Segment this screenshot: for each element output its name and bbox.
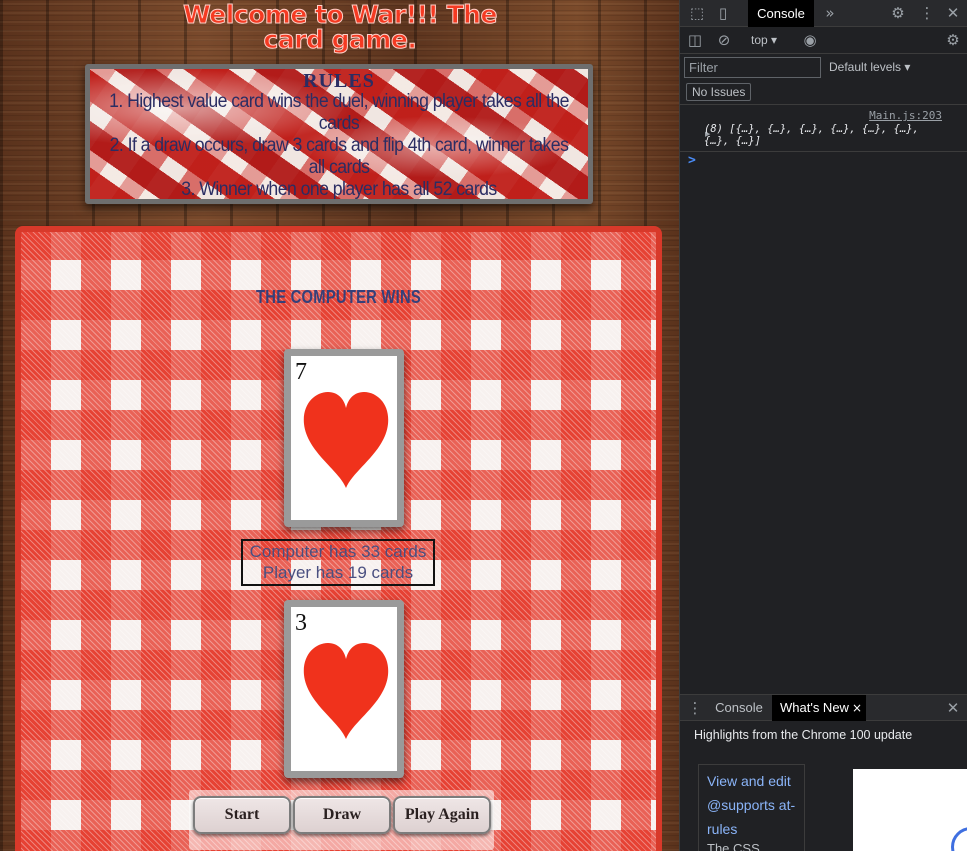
rules-panel: RULES 1. Highest value card wins the due… bbox=[85, 64, 593, 204]
console-settings-gear-icon[interactable]: ⚙ bbox=[942, 28, 964, 52]
settings-gear-icon[interactable]: ⚙ bbox=[887, 0, 909, 27]
log-text[interactable]: (8) [{…}, {…}, {…}, {…}, {…}, {…}, {…}, … bbox=[704, 123, 944, 147]
card-value: 3 bbox=[295, 610, 307, 636]
whats-new-description: The CSS bbox=[707, 841, 760, 851]
log-source-link[interactable]: Main.js:203 bbox=[869, 110, 942, 122]
drawer-menu-icon[interactable]: ⋮ bbox=[684, 695, 706, 721]
whats-new-heading: Highlights from the Chrome 100 update bbox=[694, 728, 913, 742]
draw-button[interactable]: Draw bbox=[293, 796, 391, 834]
button-bar: Start Draw Play Again bbox=[189, 790, 494, 850]
issues-badge[interactable]: No Issues bbox=[686, 83, 752, 101]
drawer-tab-console[interactable]: Console bbox=[708, 695, 770, 721]
close-drawer-icon[interactable]: ✕ bbox=[942, 695, 964, 721]
more-tabs-icon[interactable]: » bbox=[819, 0, 841, 27]
log-levels-dropdown[interactable]: Default levels ▾ bbox=[829, 55, 910, 79]
filter-row: Filter Default levels ▾ bbox=[680, 55, 967, 81]
close-devtools-icon[interactable]: ✕ bbox=[942, 0, 964, 27]
player-card: 3 bbox=[284, 600, 404, 778]
console-log-entry: Main.js:203 ▶ (8) [{…}, {…}, {…}, {…}, {… bbox=[680, 106, 967, 152]
computer-card: 7 bbox=[284, 349, 404, 527]
heart-icon bbox=[303, 643, 389, 739]
game-page: Welcome to War!!! The card game. RULES 1… bbox=[0, 0, 679, 851]
sidebar-toggle-icon[interactable]: ◫ bbox=[684, 28, 706, 52]
tab-console[interactable]: Console bbox=[748, 0, 814, 27]
rule-line-2: 2. If a draw occurs, draw 3 cards and fl… bbox=[109, 135, 569, 178]
whats-new-card: View and edit @supports at-rules The CSS bbox=[698, 764, 805, 851]
preview-circle bbox=[951, 827, 967, 851]
rule-line-3: 3. Winner when one player has all 52 car… bbox=[181, 179, 497, 200]
devtools-tab-bar: ⬚ ▯ Console » ⚙ ⋮ ✕ bbox=[680, 0, 967, 27]
card-counts: Computer has 33 cards Player has 19 card… bbox=[241, 539, 435, 586]
clear-console-icon[interactable]: ⊘ bbox=[713, 28, 735, 52]
rule-line-1: 1. Highest value card wins the duel, win… bbox=[109, 91, 569, 134]
close-tab-icon[interactable]: × bbox=[852, 695, 862, 721]
card-value: 7 bbox=[295, 359, 307, 385]
issues-row: No Issues bbox=[680, 81, 967, 105]
game-table: The Computer Wins 7 Computer has 33 card… bbox=[15, 226, 662, 851]
devtools-panel: ⬚ ▯ Console » ⚙ ⋮ ✕ ◫ ⊘ top ▾ ◉ ⚙ Filter… bbox=[679, 0, 967, 851]
inspect-element-icon[interactable]: ⬚ bbox=[686, 0, 708, 27]
eye-icon[interactable]: ◉ bbox=[799, 28, 821, 52]
console-toolbar: ◫ ⊘ top ▾ ◉ ⚙ bbox=[680, 28, 967, 54]
page-title: Welcome to War!!! The card game. bbox=[183, 0, 498, 54]
device-toolbar-icon[interactable]: ▯ bbox=[712, 0, 734, 27]
rules-heading: RULES bbox=[303, 70, 375, 92]
whats-new-link[interactable]: View and edit @supports at-rules bbox=[707, 769, 796, 841]
filter-input[interactable]: Filter bbox=[684, 57, 821, 78]
card-face: 3 bbox=[291, 607, 397, 771]
drawer-tab-bar: ⋮ Console What's New × ✕ bbox=[680, 694, 967, 721]
player-count: Player has 19 cards bbox=[262, 563, 414, 582]
whats-new-preview-image bbox=[853, 769, 967, 851]
context-selector[interactable]: top ▾ bbox=[751, 28, 777, 52]
console-prompt[interactable]: > bbox=[688, 153, 696, 169]
start-button[interactable]: Start bbox=[193, 796, 291, 834]
heart-icon bbox=[303, 392, 389, 488]
play-again-button[interactable]: Play Again bbox=[393, 796, 491, 834]
card-face: 7 bbox=[291, 356, 397, 520]
computer-count: Computer has 33 cards bbox=[249, 542, 427, 561]
result-text: The Computer Wins bbox=[256, 287, 421, 307]
more-options-icon[interactable]: ⋮ bbox=[916, 0, 938, 27]
